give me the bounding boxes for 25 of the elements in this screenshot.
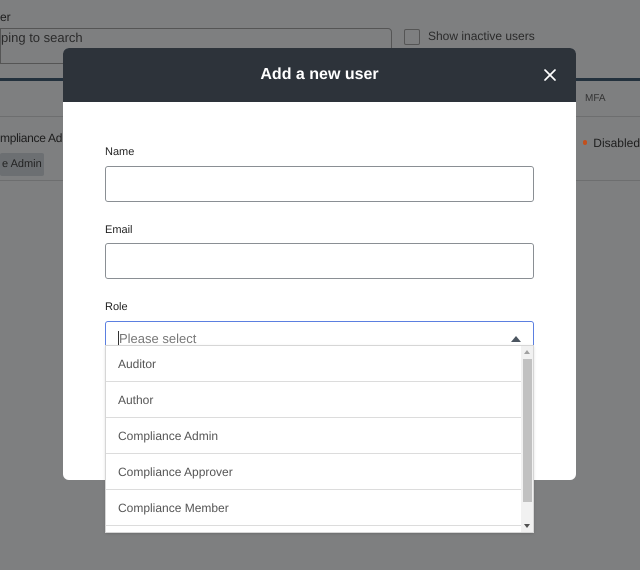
field-label: Role xyxy=(105,300,128,315)
caret-icon xyxy=(511,336,521,342)
column-header: MFA xyxy=(585,92,607,106)
dropdown-option[interactable]: Compliance Approver xyxy=(106,454,521,490)
status-text: Disabled xyxy=(593,134,640,152)
dropdown-option[interactable]: Compliance Member xyxy=(106,490,521,526)
role-text: mpliance Ad xyxy=(0,130,62,147)
dropdown-option[interactable]: Auditor xyxy=(106,346,521,382)
input-field[interactable] xyxy=(105,243,534,279)
scroll-up-icon[interactable] xyxy=(524,350,530,354)
field-label: Name xyxy=(105,145,134,160)
scrollbar[interactable] xyxy=(521,346,533,532)
dialog-title: Add a new user xyxy=(260,65,379,85)
role-tag: e Admin xyxy=(0,153,44,176)
checkbox[interactable] xyxy=(404,29,420,45)
dropdown-option[interactable]: Author xyxy=(106,382,521,418)
select-placeholder: Please select xyxy=(119,330,196,348)
scroll-down-icon[interactable] xyxy=(524,524,530,528)
field-label: Email xyxy=(105,222,133,238)
input-field[interactable] xyxy=(105,166,534,202)
scrollbar-thumb[interactable] xyxy=(522,359,532,502)
dropdown-option[interactable]: Compliance Admin xyxy=(106,418,521,454)
field-label: er xyxy=(0,10,11,24)
text-cursor xyxy=(118,331,119,346)
checkbox-label: Show inactive users xyxy=(428,29,535,44)
